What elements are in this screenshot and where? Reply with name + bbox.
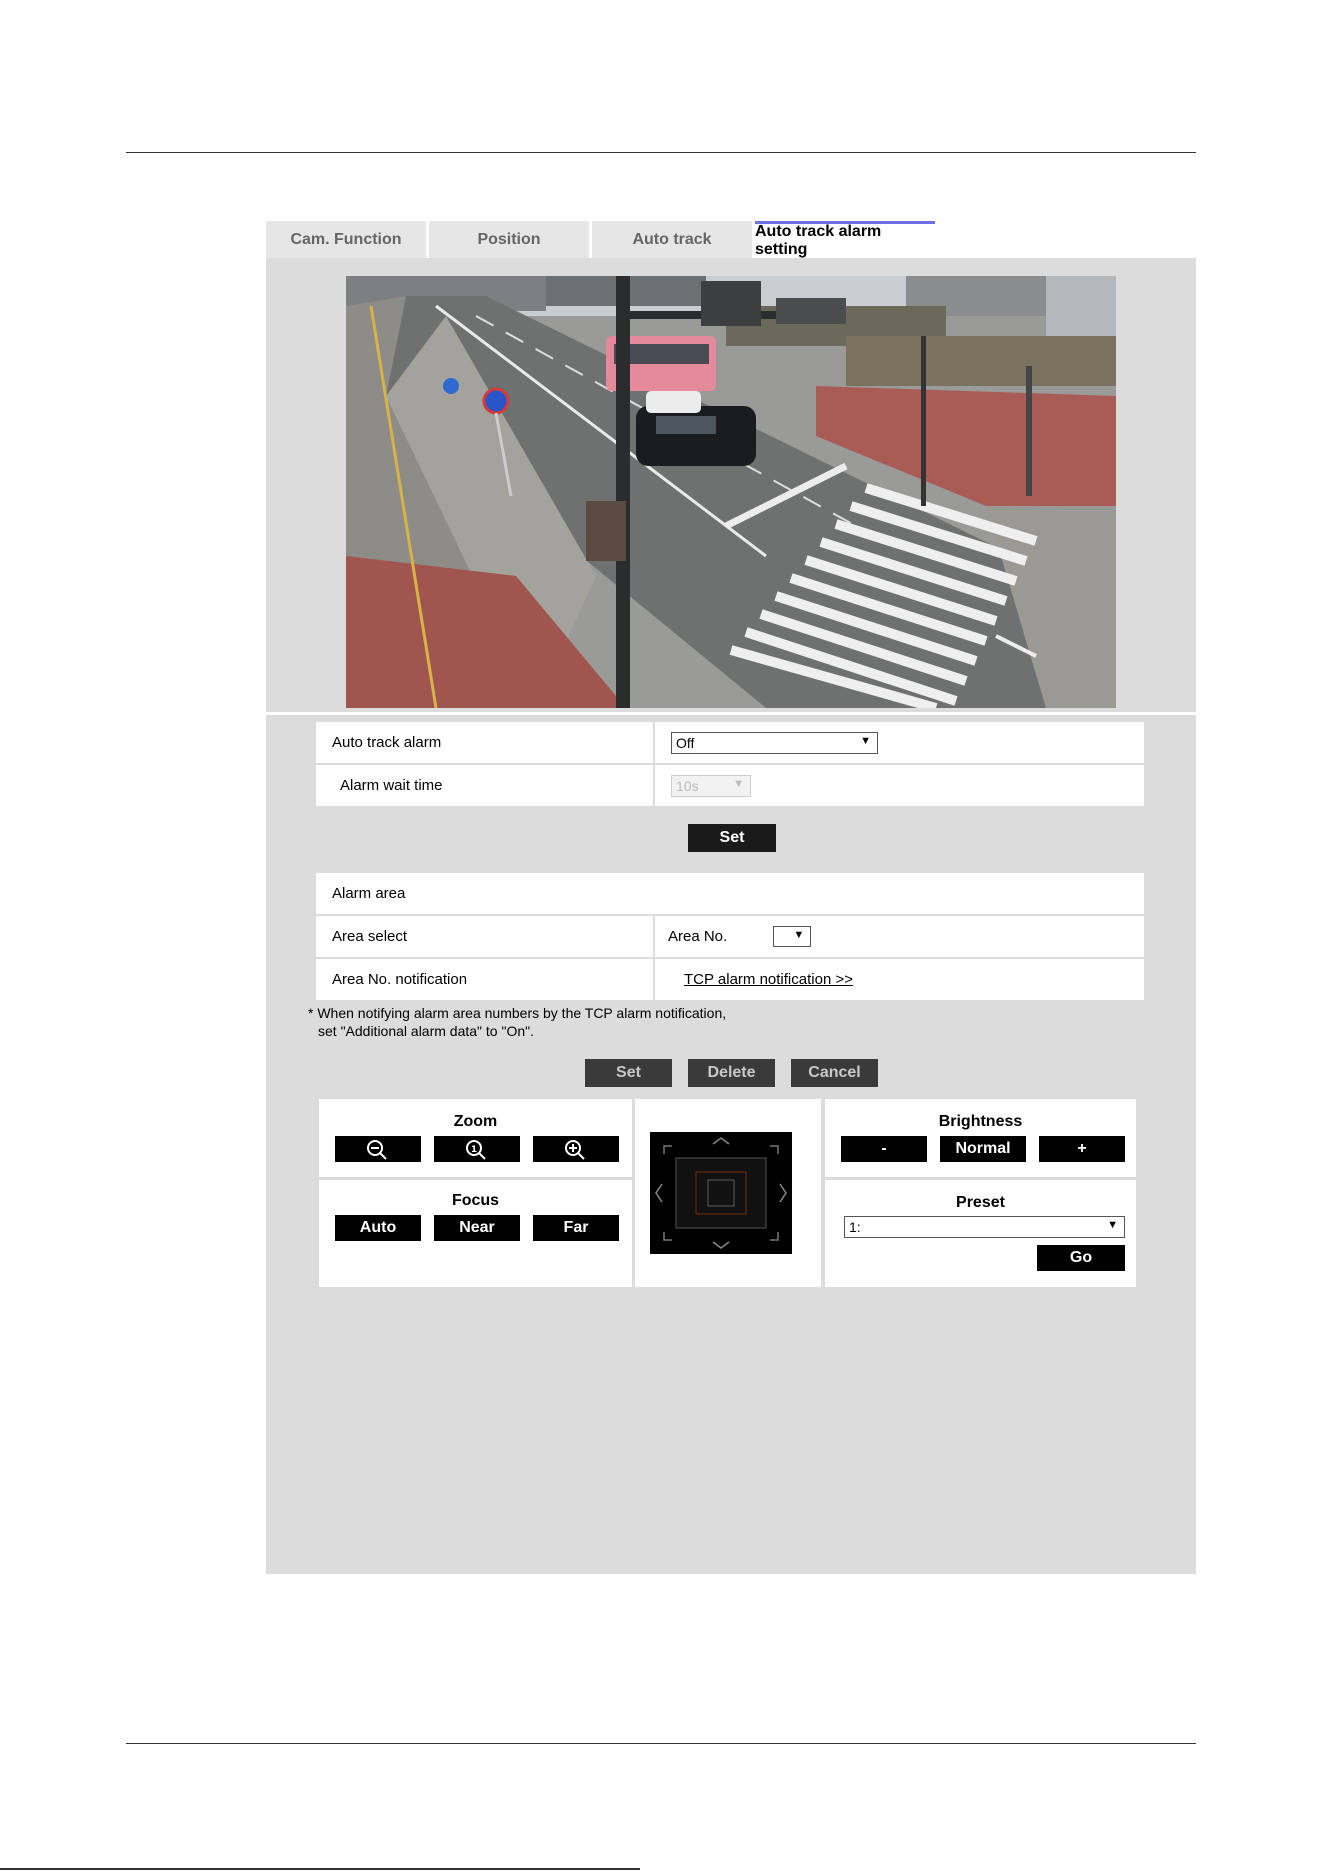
set-button[interactable]: Set (688, 824, 776, 852)
video-area (266, 258, 1196, 712)
zoom-reset-icon: 1 (466, 1140, 486, 1160)
preset-panel: Preset 1: ▼ Go (825, 1180, 1136, 1287)
header-rule (126, 152, 1196, 153)
focus-title: Focus (451, 1192, 500, 1209)
zoom-out-button[interactable] (335, 1136, 421, 1162)
row-area-select: Area select Area No. ▼ (316, 916, 1144, 957)
focus-near-button[interactable]: Near (434, 1215, 520, 1241)
note-line-2: set "Additional alarm data" to "On". (318, 1023, 534, 1039)
row-alarm-wait-time: Alarm wait time 10s ▼ (316, 765, 1144, 806)
tcp-alarm-notification-link[interactable]: TCP alarm notification >> (684, 971, 853, 988)
brightness-plus-button[interactable]: + (1039, 1136, 1125, 1162)
row-area-no-notification: Area No. notification TCP alarm notifica… (316, 959, 1144, 1000)
footer-rule (126, 1743, 1196, 1744)
note-line-1: * When notifying alarm area numbers by t… (308, 1005, 727, 1021)
zoom-out-icon (367, 1140, 387, 1160)
preset-go-button[interactable]: Go (1037, 1245, 1125, 1271)
settings-area: Auto track alarm Off ▼ Alarm wait time 1… (266, 715, 1196, 1574)
ptz-panel (635, 1099, 821, 1287)
row-alarm-area: Alarm area (316, 873, 1144, 914)
chevron-down-icon: ▼ (860, 734, 871, 747)
area-delete-button[interactable]: Delete (688, 1059, 775, 1087)
area-set-button[interactable]: Set (585, 1059, 672, 1087)
focus-panel: Focus Auto Near Far (319, 1180, 632, 1287)
brightness-title: Brightness (938, 1113, 1023, 1130)
chevron-down-icon: ▼ (733, 777, 744, 790)
tab-auto-track[interactable]: Auto track (592, 221, 752, 258)
auto-track-alarm-select[interactable]: Off ▼ (671, 731, 878, 754)
area-no-notification-label: Area No. notification (332, 971, 468, 988)
preset-title: Preset (956, 1194, 1005, 1211)
zoom-in-icon (565, 1140, 585, 1160)
preset-select[interactable]: 1: ▼ (844, 1216, 1125, 1238)
zoom-reset-button[interactable]: 1 (434, 1136, 520, 1162)
svg-text:1: 1 (471, 1145, 477, 1155)
alarm-wait-time-select[interactable]: 10s ▼ (671, 774, 751, 797)
auto-track-alarm-label: Auto track alarm (332, 734, 442, 751)
ptz-pad[interactable] (650, 1132, 792, 1254)
focus-far-button[interactable]: Far (533, 1215, 619, 1241)
chevron-down-icon: ▼ (1107, 1219, 1118, 1231)
brightness-normal-button[interactable]: Normal (940, 1136, 1026, 1162)
tab-auto-track-alarm-setting[interactable]: Auto track alarm setting (755, 221, 935, 258)
zoom-panel: Zoom 1 (319, 1099, 632, 1177)
alarm-area-heading: Alarm area (332, 885, 406, 902)
area-no-select[interactable]: ▼ (773, 926, 812, 947)
row-auto-track-alarm: Auto track alarm Off ▼ (316, 722, 1144, 763)
tab-position[interactable]: Position (429, 221, 589, 258)
area-select-label: Area select (332, 928, 408, 945)
tab-cam-function[interactable]: Cam. Function (266, 221, 426, 258)
brightness-minus-button[interactable]: - (841, 1136, 927, 1162)
zoom-title: Zoom (453, 1113, 498, 1130)
area-cancel-button[interactable]: Cancel (791, 1059, 878, 1087)
alarm-wait-time-label: Alarm wait time (340, 777, 443, 794)
brightness-panel: Brightness - Normal + (825, 1099, 1136, 1177)
camera-image (346, 276, 1116, 708)
focus-auto-button[interactable]: Auto (335, 1215, 421, 1241)
zoom-in-button[interactable] (533, 1136, 619, 1162)
chevron-down-icon: ▼ (793, 929, 805, 941)
area-no-label: Area No. (668, 928, 728, 945)
page-bottom-line (0, 1868, 640, 1870)
